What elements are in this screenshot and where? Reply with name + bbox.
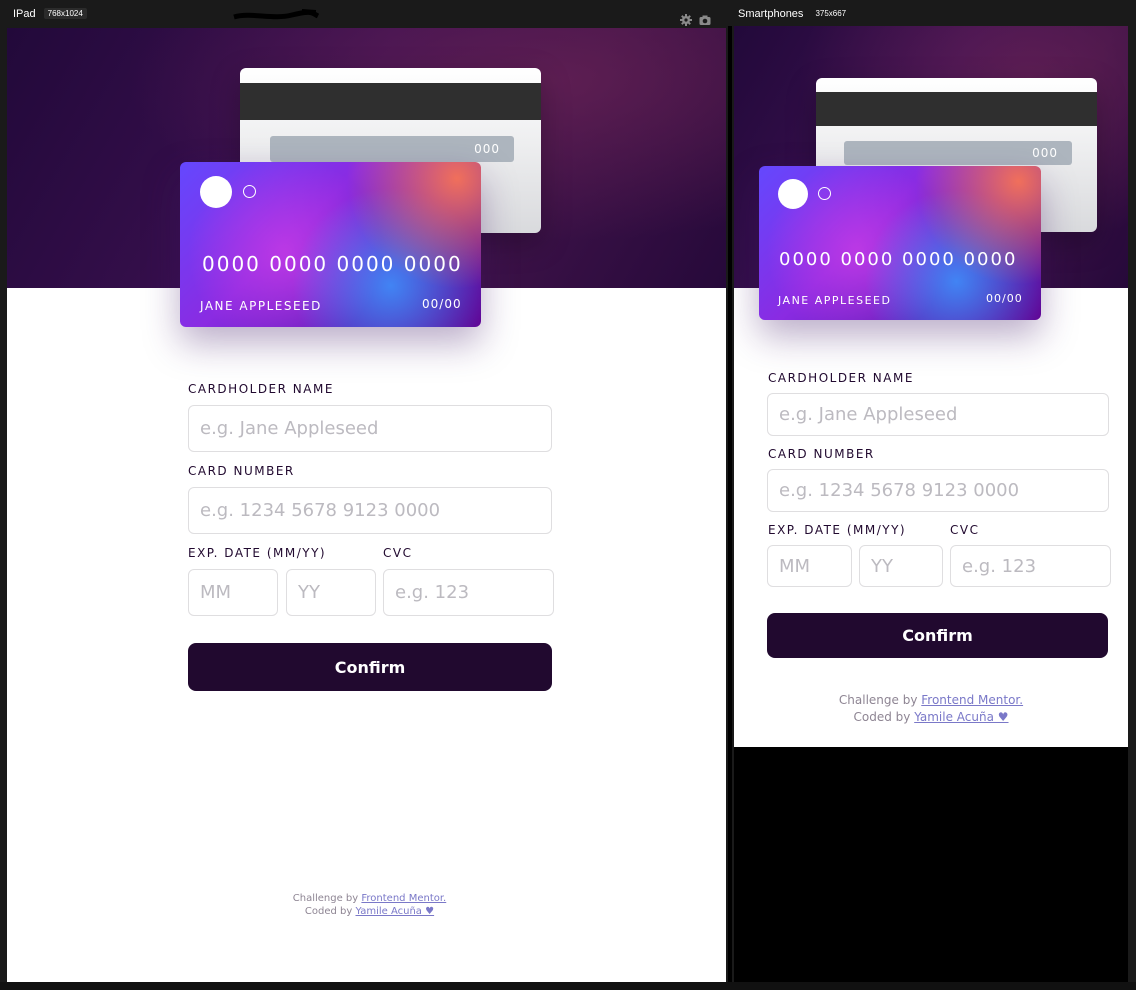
exp-date-label: EXP. DATE (MM/YY) [188,546,327,560]
ipad-frame: 000 0000 0000 0000 0000 JANE APPLESEED 0… [7,28,726,982]
bottom-edge [0,982,1136,990]
footer-attribution: Challenge by Frontend Mentor. Coded by Y… [7,892,726,918]
coded-text: Coded by [304,906,353,917]
frame-divider [728,26,732,990]
footer-attribution: Challenge by Frontend Mentor. Coded by Y… [734,692,1128,726]
exp-date-label: EXP. DATE (MM/YY) [768,523,907,537]
cardholder-name-label: CARDHOLDER NAME [768,371,914,385]
confirm-button[interactable]: Confirm [188,643,552,691]
cvc-input[interactable]: e.g. 123 [383,569,554,616]
phone-device-name: Smartphones [738,8,804,20]
phone-device-size: 375x667 [815,9,847,18]
ipad-toolbar [680,11,711,26]
cvc-input[interactable]: e.g. 123 [950,545,1111,587]
phone-empty-area [734,747,1128,982]
camera-icon[interactable] [699,11,711,25]
coded-text: Coded by [853,710,911,724]
cvc-label: CVC [383,546,413,560]
cardholder-name-label: CARDHOLDER NAME [188,382,334,396]
author-link[interactable]: Yamile Acuña ♥ [355,906,434,917]
challenge-text: Challenge by [838,693,918,707]
author-link[interactable]: Yamile Acuña ♥ [914,710,1008,724]
card-logo-circle [200,176,232,208]
card-logo-ring [243,185,256,198]
phone-device-label: Smartphones 375x667 [738,8,850,20]
card-number-input[interactable]: e.g. 1234 5678 9123 0000 [767,469,1109,512]
ipad-device-size: 768x1024 [43,8,87,19]
card-number-input[interactable]: e.g. 1234 5678 9123 0000 [188,487,552,534]
card-logo-ring [818,187,831,200]
confirm-button[interactable]: Confirm [767,613,1108,658]
exp-year-input[interactable]: YY [859,545,943,587]
card-number-label: CARD NUMBER [188,464,295,478]
exp-year-input[interactable]: YY [286,569,376,616]
card-back-cvc: 000 [270,136,514,162]
card-back-cvc: 000 [844,141,1072,165]
frontend-mentor-link[interactable]: Frontend Mentor. [921,693,1023,707]
cvc-label: CVC [950,523,980,537]
card-number-label: CARD NUMBER [768,447,875,461]
challenge-text: Challenge by [292,893,359,904]
cardholder-name-input[interactable]: e.g. Jane Appleseed [188,405,552,452]
magnetic-stripe [816,92,1097,126]
exp-month-input[interactable]: MM [767,545,852,587]
cardholder-name-input[interactable]: e.g. Jane Appleseed [767,393,1109,436]
card-expiry: 00/00 [986,292,1023,305]
card-logo-circle [778,179,808,209]
ipad-device-label: IPad 768x1024 [13,8,87,20]
card-expiry: 00/00 [422,297,462,311]
card-holder-name: JANE APPLESEED [200,299,322,313]
card-holder-name: JANE APPLESEED [778,294,892,307]
phone-frame: 000 0000 0000 0000 0000 JANE APPLESEED 0… [734,26,1128,747]
redacted-scribble [233,9,320,20]
magnetic-stripe [240,83,541,120]
card-number: 0000 0000 0000 0000 [202,252,463,276]
card-front: 0000 0000 0000 0000 JANE APPLESEED 00/00 [759,166,1041,320]
frontend-mentor-link[interactable]: Frontend Mentor. [361,893,446,904]
card-front: 0000 0000 0000 0000 JANE APPLESEED 00/00 [180,162,481,327]
gear-icon[interactable] [680,11,692,26]
ipad-device-name: IPad [13,8,36,20]
exp-month-input[interactable]: MM [188,569,278,616]
card-number: 0000 0000 0000 0000 [779,249,1018,270]
